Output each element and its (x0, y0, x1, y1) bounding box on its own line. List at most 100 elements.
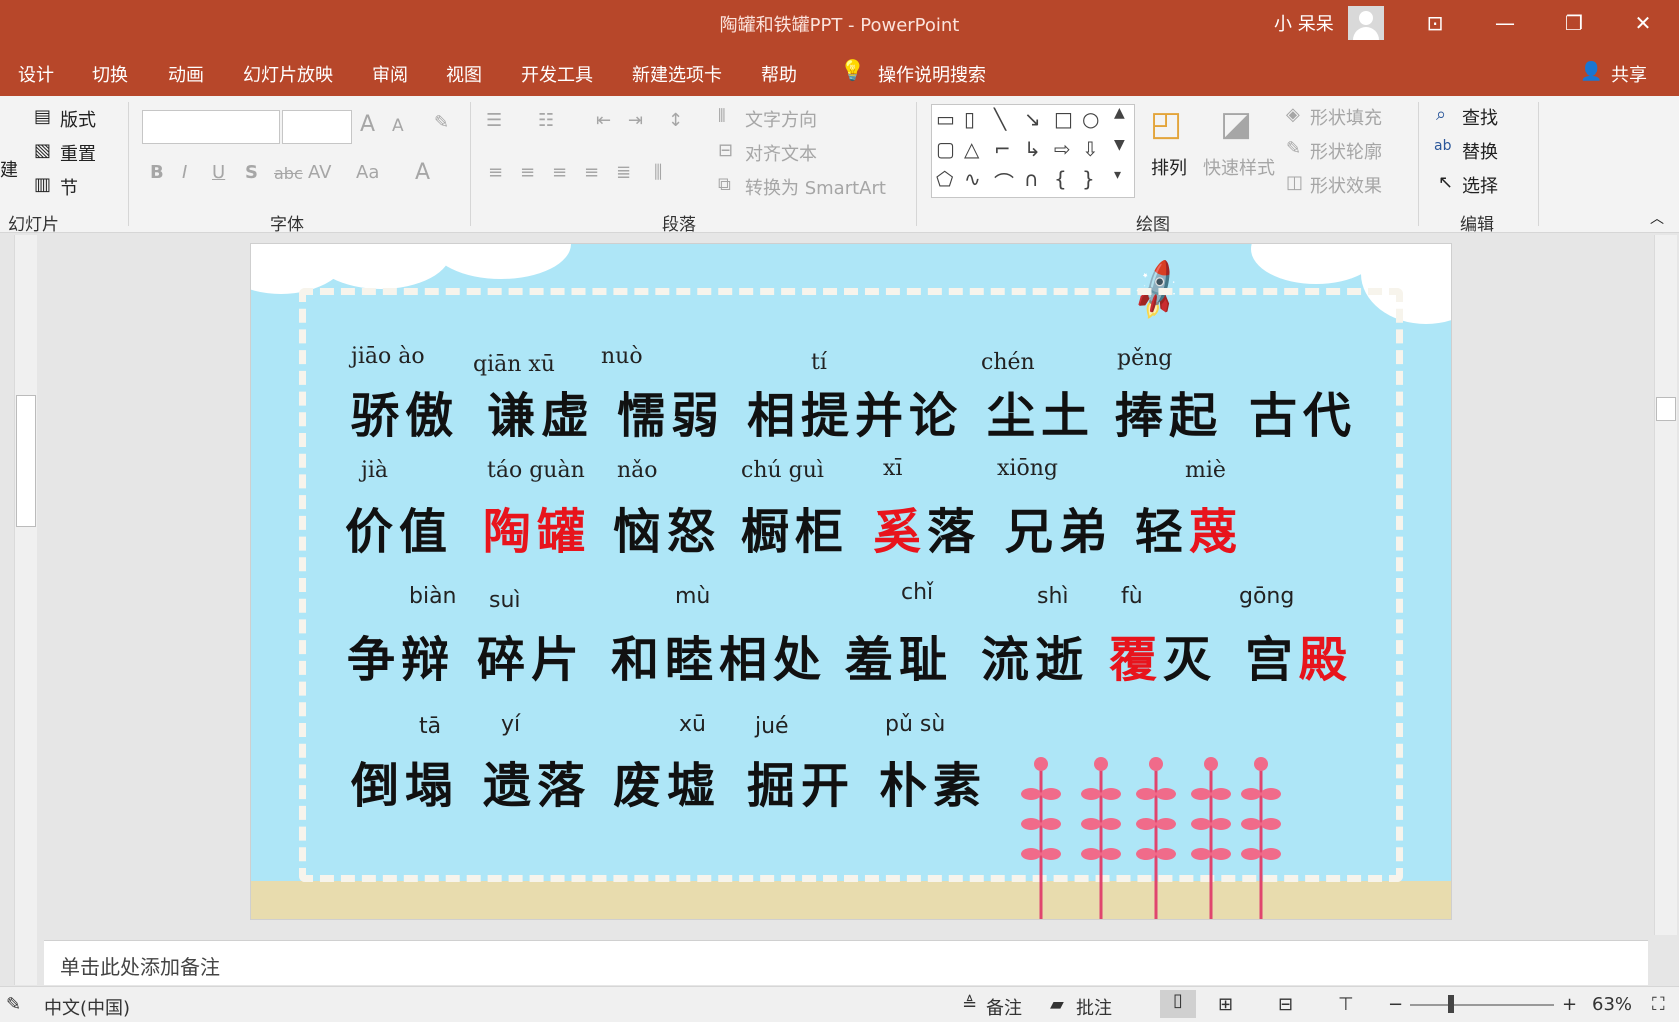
oval-shape-icon[interactable]: ○ (1082, 107, 1099, 131)
notes-pane[interactable]: 单击此处添加备注 (44, 940, 1648, 985)
rectangle-shape-icon[interactable]: □ (1054, 107, 1073, 131)
rounded-rect-shape-icon[interactable]: ▢ (936, 137, 955, 161)
grow-font-button[interactable]: A (360, 112, 375, 137)
gallery-down-icon[interactable]: ▼ (1114, 137, 1125, 153)
user-name[interactable]: 小 呆呆 (1274, 10, 1334, 36)
tab-developer[interactable]: 开发工具 (521, 61, 593, 87)
line-shape-icon[interactable]: ╲ (994, 107, 1006, 131)
replace-button[interactable]: 替换 (1462, 138, 1498, 164)
freeform-shape-icon[interactable]: ⬠ (936, 167, 953, 191)
arrange-button[interactable]: 排列 (1151, 154, 1187, 180)
tab-view[interactable]: 视图 (446, 61, 482, 87)
align-center-icon[interactable]: ≡ (520, 162, 535, 183)
tab-review[interactable]: 审阅 (372, 61, 408, 87)
char-spacing-button[interactable]: AV (308, 162, 331, 183)
slideshow-icon[interactable]: ⊤ (1338, 994, 1354, 1015)
change-case-button[interactable]: Aa (356, 162, 379, 183)
notes-placeholder[interactable]: 单击此处添加备注 (60, 951, 220, 980)
tab-animations[interactable]: 动画 (168, 61, 204, 87)
ribbon-display-options-icon[interactable]: ⊡ (1412, 6, 1458, 40)
quick-styles-button[interactable]: 快速样式 (1203, 154, 1275, 180)
reset-button[interactable]: 重置 (60, 140, 96, 166)
italic-button[interactable]: I (182, 162, 187, 183)
line-spacing-icon[interactable]: ↕ (668, 110, 683, 131)
scribble-shape-icon[interactable]: ∿ (964, 167, 981, 191)
section-button[interactable]: 节 (60, 174, 78, 200)
font-name-combo[interactable] (142, 110, 280, 144)
zoom-in-icon[interactable]: + (1562, 994, 1577, 1015)
zoom-slider[interactable] (1410, 1004, 1554, 1006)
vtextbox-shape-icon[interactable]: ▯ (964, 107, 975, 131)
fit-slide-icon[interactable]: ⛶ (1652, 994, 1665, 1015)
align-text-button[interactable]: 对齐文本 (745, 140, 817, 166)
bullets-icon[interactable]: ☰ (486, 110, 502, 131)
bold-button[interactable]: B (150, 162, 164, 183)
down-arrow-shape-icon[interactable]: ⇩ (1082, 137, 1099, 161)
slide[interactable]: 🚀 jiāo ào qiān xū nuò tí chén pěng 骄傲 谦虚… (250, 243, 1452, 920)
justify-icon[interactable]: ≡ (584, 162, 599, 183)
share-button[interactable]: 共享 (1611, 61, 1647, 87)
arc-shape-icon[interactable]: ⌒ (994, 167, 1014, 196)
find-button[interactable]: 查找 (1462, 104, 1498, 130)
notes-toggle-button[interactable]: 备注 (986, 994, 1022, 1020)
increase-indent-icon[interactable]: ⇥ (628, 110, 643, 131)
right-brace-shape-icon[interactable]: } (1082, 167, 1095, 191)
shadow-button[interactable]: S (245, 162, 258, 183)
zoom-out-icon[interactable]: − (1388, 994, 1403, 1015)
gallery-more-icon[interactable]: ▾ (1114, 167, 1121, 183)
gallery-up-icon[interactable]: ▲ (1114, 105, 1125, 121)
curve-shape-icon[interactable]: ∩ (1024, 167, 1039, 191)
restore-icon[interactable]: ❐ (1551, 6, 1597, 40)
tab-design[interactable]: 设计 (18, 61, 54, 87)
underline-button[interactable]: U (212, 162, 225, 183)
share-icon[interactable]: 👤 (1580, 61, 1602, 82)
new-slide-label[interactable]: 建 (0, 156, 18, 182)
normal-view-icon[interactable]: ▯ (1160, 990, 1196, 1018)
elbow-arrow-icon[interactable]: ↳ (1024, 137, 1041, 161)
decrease-indent-icon[interactable]: ⇤ (596, 110, 611, 131)
triangle-shape-icon[interactable]: △ (964, 137, 979, 161)
spelling-icon[interactable]: ✎ (6, 994, 21, 1015)
distribute-icon[interactable]: ≣ (616, 162, 631, 183)
thumbnails-scroll-thumb[interactable] (16, 395, 36, 527)
zoom-slider-thumb[interactable] (1448, 995, 1454, 1013)
shapes-gallery[interactable]: ▭ ▯ ╲ ↘ □ ○ ▢ △ ⌐ ↳ ⇨ ⇩ ⬠ ∿ ⌒ ∩ { } ▲ ▼ … (931, 104, 1135, 198)
tab-transitions[interactable]: 切换 (92, 61, 128, 87)
align-left-icon[interactable]: ≡ (488, 162, 503, 183)
align-right-icon[interactable]: ≡ (552, 162, 567, 183)
font-size-combo[interactable] (282, 110, 352, 144)
layout-button[interactable]: 版式 (60, 106, 96, 132)
convert-smartart-button[interactable]: 转换为 SmartArt (745, 174, 886, 200)
zoom-level[interactable]: 63% (1592, 994, 1632, 1015)
shape-outline-button[interactable]: 形状轮廓 (1310, 138, 1382, 164)
strikethrough-button[interactable]: abc (274, 164, 303, 183)
slide-scroll-thumb[interactable] (1656, 397, 1676, 421)
shape-fill-button[interactable]: 形状填充 (1310, 104, 1382, 130)
avatar[interactable] (1348, 6, 1384, 40)
textbox-shape-icon[interactable]: ▭ (936, 107, 955, 131)
clear-format-icon[interactable]: ✎ (434, 112, 449, 133)
arrow-line-shape-icon[interactable]: ↘ (1024, 107, 1041, 131)
thumbnails-scrollbar[interactable] (14, 235, 37, 985)
tab-help[interactable]: 帮助 (761, 61, 797, 87)
tab-new-tab[interactable]: 新建选项卡 (632, 61, 722, 87)
text-direction-button[interactable]: 文字方向 (745, 106, 817, 132)
close-icon[interactable]: ✕ (1620, 6, 1666, 40)
left-brace-shape-icon[interactable]: { (1054, 167, 1067, 191)
shrink-font-button[interactable]: A (392, 116, 404, 136)
right-arrow-shape-icon[interactable]: ⇨ (1054, 137, 1071, 161)
reading-view-icon[interactable]: ⊟ (1278, 994, 1293, 1015)
language-indicator[interactable]: 中文(中国) (44, 994, 130, 1020)
slide-sorter-icon[interactable]: ⊞ (1218, 994, 1233, 1015)
comments-button[interactable]: 批注 (1076, 994, 1112, 1020)
columns-icon[interactable]: ⫼ (654, 162, 662, 183)
select-button[interactable]: 选择 (1462, 172, 1498, 198)
font-color-button[interactable]: A (415, 160, 430, 185)
numbering-icon[interactable]: ☷ (538, 110, 554, 131)
tab-slideshow[interactable]: 幻灯片放映 (243, 61, 333, 87)
tell-me-search[interactable]: 操作说明搜索 (878, 61, 986, 87)
minimize-icon[interactable]: — (1482, 6, 1528, 40)
slide-scrollbar[interactable] (1654, 235, 1677, 935)
shape-effects-button[interactable]: 形状效果 (1310, 172, 1382, 198)
elbow-connector-icon[interactable]: ⌐ (994, 137, 1011, 161)
